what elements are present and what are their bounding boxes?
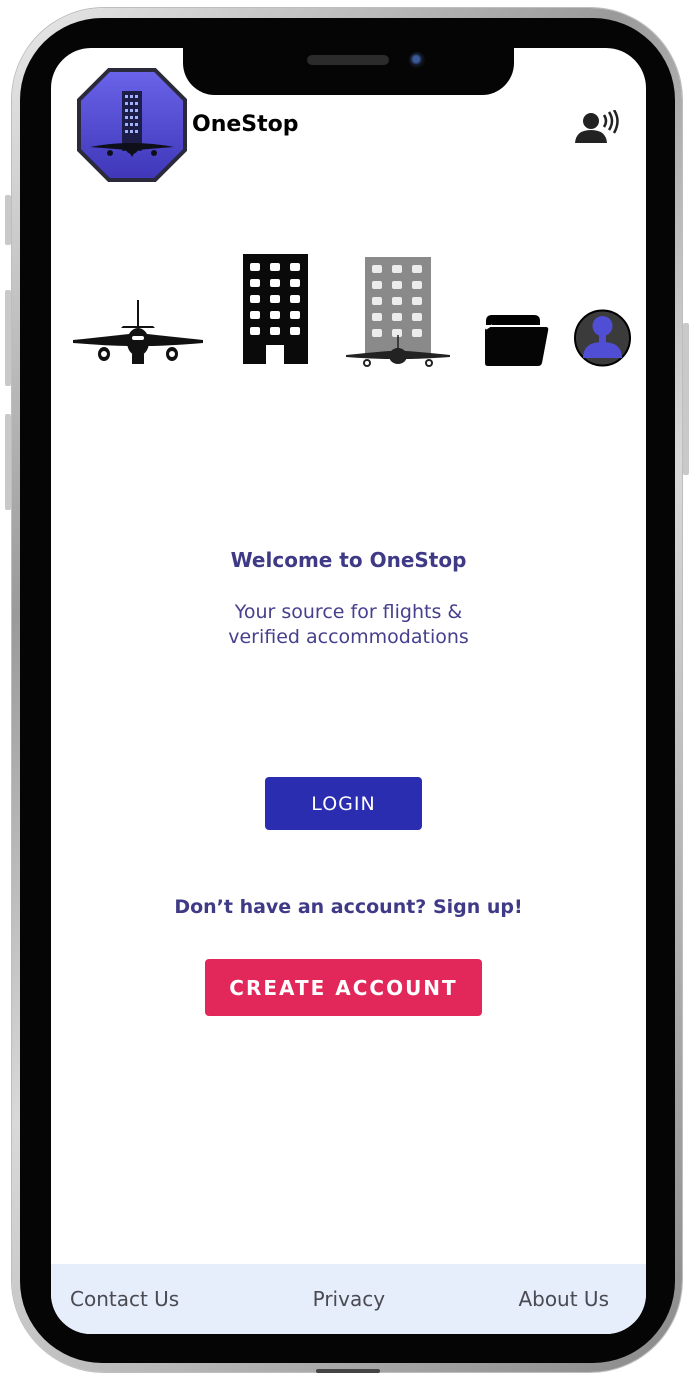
camera-icon <box>409 52 425 68</box>
footer-link-contact-us[interactable]: Contact Us <box>70 1287 179 1311</box>
brand-name: OneStop <box>192 112 299 137</box>
onestop-logo-icon[interactable] <box>76 67 188 183</box>
welcome-title: Welcome to OneStop <box>230 548 467 572</box>
footer-link-about-us[interactable]: About Us <box>518 1287 609 1311</box>
hotels-icon[interactable] <box>242 253 309 365</box>
footer-link-privacy[interactable]: Privacy <box>313 1287 385 1311</box>
create-account-button[interactable]: CREATE ACCOUNT <box>205 959 482 1016</box>
side-button-mute <box>5 195 11 245</box>
side-button-power <box>683 323 689 475</box>
bottom-edge-line <box>316 1369 380 1373</box>
footer-bar: Contact Us Privacy About Us <box>51 1264 646 1334</box>
speaker-grille <box>307 55 389 65</box>
app-screen: OneStop Welcome to OneStop Your source f… <box>51 48 646 1334</box>
flight-hotel-bundle-icon[interactable] <box>345 255 451 367</box>
side-button-volume-down <box>5 414 11 510</box>
side-button-volume-up <box>5 290 11 386</box>
welcome-subtitle: Your source for flights & verified accom… <box>228 601 469 648</box>
phone-notch <box>183 40 514 95</box>
voice-assistant-icon[interactable] <box>572 110 620 144</box>
profile-icon[interactable] <box>573 306 632 370</box>
signup-prompt[interactable]: Don’t have an account? Sign up! <box>51 896 646 918</box>
login-button[interactable]: LOGIN <box>265 777 422 830</box>
folder-icon[interactable] <box>484 313 549 367</box>
flights-icon[interactable] <box>71 298 205 368</box>
